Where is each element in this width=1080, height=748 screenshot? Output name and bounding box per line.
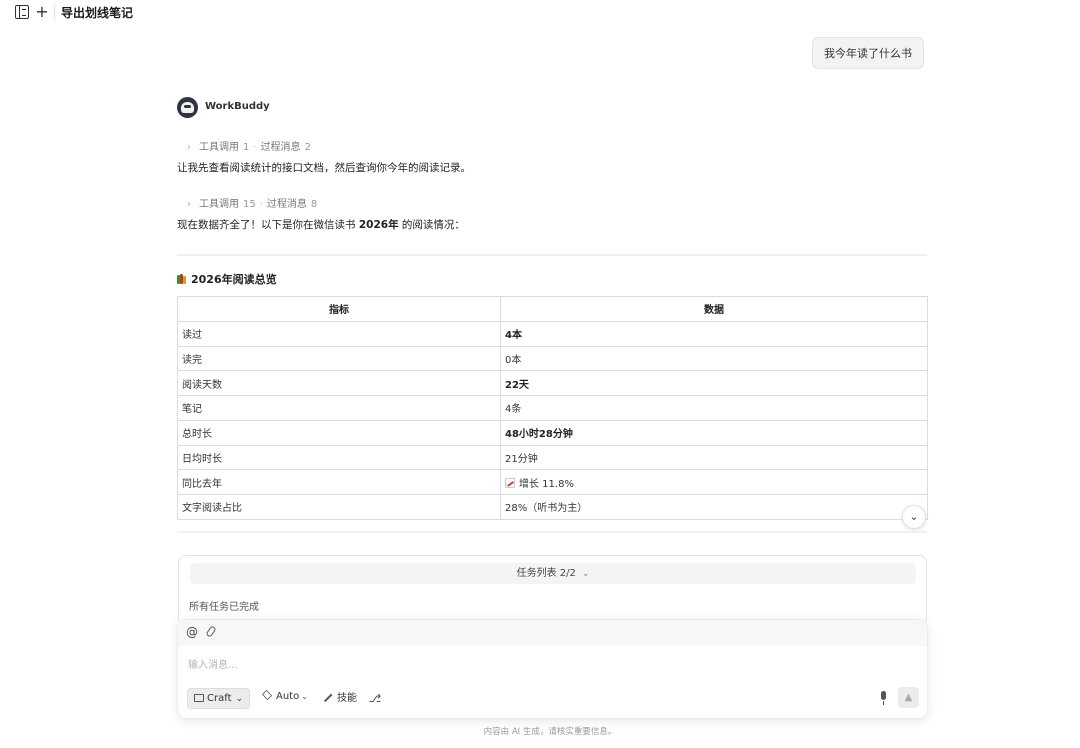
message-emphasis: 2026年 (358, 219, 399, 231)
process-message-count: 8 (310, 199, 318, 210)
table-row: 读完 0本 (177, 345, 928, 372)
folder-icon (194, 694, 204, 702)
assistant-name: WorkBuddy (205, 101, 270, 112)
separator-dot: · (253, 142, 257, 153)
table-row: 笔记 4条 (177, 395, 928, 421)
reading-stats-table: 指标 数据 读过 4本 读完 0本 阅读天数 22天 笔记 4条 总时长 48小时28分钟 日均时长… (177, 296, 928, 520)
value-text: 21分钟 (505, 453, 538, 465)
process-message-count: 2 (304, 142, 311, 153)
tool-call-label: 工具调用 (199, 142, 239, 153)
process-message-label: 过程消息 (266, 199, 307, 210)
metric-cell: 总时长 (177, 419, 501, 446)
send-button[interactable]: ▲ (898, 687, 919, 708)
value-text: 22天 (505, 379, 529, 391)
chevron-down-icon: ⌄ (235, 694, 244, 704)
value-text: 0本 (505, 354, 522, 366)
table-header-row: 指标 数据 (177, 296, 928, 322)
value-cell: 21分钟 (500, 444, 928, 471)
task-list-title: 任务列表 2/2 (516, 568, 576, 579)
tool-call-summary-1[interactable]: › 工具调用 1 · 过程消息 2 (187, 138, 311, 153)
value-text: 4条 (505, 404, 522, 416)
section-heading: 2026年阅读总览 (177, 271, 277, 287)
user-message-bubble: 我今年读了什么书 (812, 37, 924, 69)
table-row: 文字阅读占比 28%（听书为主） (177, 494, 928, 520)
tool-call-summary-2[interactable]: › 工具调用 15 · 过程消息 8 (187, 195, 317, 210)
process-message-label: 过程消息 (260, 142, 301, 153)
top-bar: + 导出划线笔记 (0, 0, 1080, 24)
model-select-button[interactable]: Auto ⌄ (261, 689, 308, 702)
assistant-avatar (177, 97, 198, 118)
mode-label: Craft (207, 693, 232, 704)
task-list-toggle[interactable]: 任务列表 2/2 ⌄ (190, 563, 916, 584)
books-icon (177, 274, 187, 284)
value-text: 48小时28分钟 (505, 429, 573, 441)
message-prefix: 现在数据齐全了！以下是你在微信读书 (177, 219, 359, 231)
model-label: Auto (276, 691, 300, 702)
new-chat-plus-icon[interactable]: + (35, 4, 49, 20)
skills-label: 技能 (337, 693, 357, 704)
ai-disclaimer: 内容由 AI 生成，请核实重要信息。 (483, 727, 617, 737)
tool-call-count: 1 (243, 142, 250, 153)
chart-increasing-icon (505, 477, 515, 488)
magic-wand-icon (323, 693, 333, 702)
topbar-divider (54, 5, 55, 19)
metric-cell: 同比去年 (177, 469, 501, 495)
divider (177, 531, 927, 533)
composer-toolbar: @ (178, 620, 927, 646)
mention-icon[interactable]: @ (186, 625, 198, 639)
table-row: 日均时长 21分钟 (177, 444, 928, 471)
conversation-title: 导出划线笔记 (61, 6, 134, 20)
layers-icon (261, 689, 273, 701)
task-list-panel: 任务列表 2/2 ⌄ 所有任务已完成 (178, 555, 927, 621)
metric-cell: 读完 (177, 345, 501, 372)
metric-cell: 阅读天数 (177, 370, 501, 396)
metric-cell: 读过 (177, 320, 501, 347)
microphone-icon[interactable] (878, 690, 890, 706)
task-status-text: 所有任务已完成 (189, 602, 259, 613)
assistant-message-2: 现在数据齐全了！以下是你在微信读书 2026年 的阅读情况： (177, 217, 465, 232)
column-header-value: 数据 (500, 296, 928, 322)
chevron-down-icon: ⌄ (301, 692, 308, 701)
metric-cell: 笔记 (177, 395, 501, 421)
value-cell: 0本 (500, 345, 928, 372)
scroll-to-bottom-button[interactable]: ⌄ (902, 505, 926, 529)
value-text: 4本 (505, 330, 522, 342)
message-input[interactable]: 输入消息... (188, 656, 238, 671)
chevron-right-icon: › (187, 199, 191, 210)
value-cell: 22天 (500, 370, 928, 396)
divider (177, 254, 927, 256)
skills-button[interactable]: 技能 (319, 688, 361, 709)
chevron-down-icon: ⌄ (909, 510, 919, 523)
value-cell: 28%（听书为主） (500, 494, 928, 520)
table-row: 读过 4本 (177, 320, 928, 347)
send-icon: ▲ (904, 692, 913, 703)
value-cell: 4本 (500, 320, 928, 347)
tool-call-count: 15 (243, 199, 256, 210)
tool-call-label: 工具调用 (199, 199, 239, 210)
table-row: 同比去年 增长 11.8% (177, 469, 928, 495)
workflow-icon[interactable]: ⎇ (367, 690, 383, 707)
message-composer: @ 输入消息... Craft ⌄ Auto ⌄ 技能 ⎇ ▲ (177, 619, 928, 719)
value-text: 28%（听书为主） (505, 503, 588, 515)
chevron-right-icon: › (187, 142, 191, 153)
attachment-icon[interactable] (205, 625, 217, 639)
section-heading-text: 2026年阅读总览 (191, 273, 277, 286)
value-cell: 48小时28分钟 (500, 419, 928, 446)
chevron-down-icon: ⌄ (581, 569, 590, 579)
message-suffix: 的阅读情况： (398, 219, 465, 231)
mode-select-button[interactable]: Craft ⌄ (187, 688, 251, 709)
sidebar-toggle-icon[interactable] (15, 5, 29, 19)
value-cell: 4条 (500, 395, 928, 421)
metric-cell: 日均时长 (177, 444, 501, 471)
value-cell: 增长 11.8% (500, 469, 928, 495)
separator-dot: · (259, 199, 263, 210)
value-text: 增长 11.8% (519, 478, 574, 490)
table-row: 总时长 48小时28分钟 (177, 419, 928, 446)
table-row: 阅读天数 22天 (177, 370, 928, 396)
assistant-message-1: 让我先查看阅读统计的接口文档，然后查询你今年的阅读记录。 (177, 162, 471, 174)
metric-cell: 文字阅读占比 (177, 494, 501, 520)
column-header-metric: 指标 (177, 296, 501, 322)
